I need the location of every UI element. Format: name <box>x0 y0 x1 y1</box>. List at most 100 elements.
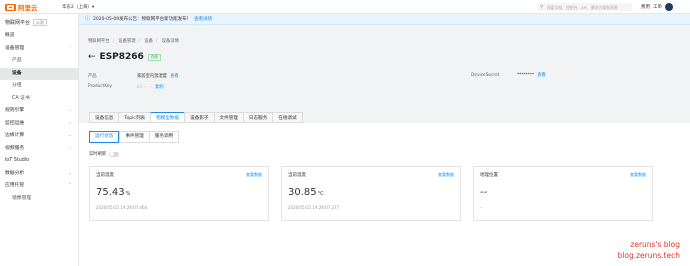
breadcrumb-item[interactable]: 设备管理 <box>118 39 135 44</box>
sidebar-item[interactable]: 数据分析 ⌄ <box>0 168 78 181</box>
property-value: -- <box>480 187 488 198</box>
logo-text: 阿里云 <box>18 4 38 12</box>
region-selector[interactable]: 华东2（上海）▾ <box>62 4 94 10</box>
sidebar-item[interactable]: 应用托管 ⌃ <box>0 180 78 193</box>
chevron-icon: ⌃ <box>68 183 72 188</box>
subtabs: 运行状态 事件管理 服务调用 <box>89 131 180 143</box>
status-badge: 在线 <box>147 53 162 61</box>
property-value-row: 75.43% <box>96 187 130 198</box>
sidebar-item[interactable]: 分组 <box>0 80 78 93</box>
view-data-link[interactable]: 查看数据 <box>246 172 262 178</box>
breadcrumb-item[interactable]: 设备 <box>144 39 153 44</box>
realtime-refresh: 实时刷新 <box>89 151 120 157</box>
breadcrumb-item[interactable]: 物联网平台 <box>88 39 109 44</box>
tab[interactable]: 设备信息 <box>89 112 119 123</box>
aliyun-logo-icon <box>5 3 16 11</box>
property-timestamp: -- <box>480 205 483 210</box>
sidebar-item-label: 镜像管理 <box>12 195 32 201</box>
sidebar-item[interactable]: CA 证书 <box>0 93 78 106</box>
sidebar-item-label: 边缘计算 <box>5 133 25 138</box>
chevron-icon: ⌄ <box>68 145 72 151</box>
search-placeholder: 搜索文档、控制台、API、解决方案和资源 <box>547 4 618 10</box>
sidebar-item[interactable]: 监控运维 ⌄ <box>0 118 78 131</box>
sidebar-item-label: 概览 <box>5 33 15 38</box>
property-timestamp: 2020/05/15 19:28:07.464 <box>96 205 148 210</box>
breadcrumb-item: 设备详情 <box>161 39 179 44</box>
sidebar-item-label: CA 证书 <box>12 95 30 101</box>
main-content: ⓘ 2020-05-09发布公告：物联网平台新功能发布！ 查看详情 物联网平台 / … <box>79 14 690 266</box>
view-data-link[interactable]: 查看数据 <box>630 172 646 178</box>
property-card: 当前温度 查看数据 30.85°C 2020/05/15 19:28:07.277 <box>281 166 461 221</box>
sidebar-item-label: 规则引擎 <box>5 108 25 113</box>
view-data-link[interactable]: 查看数据 <box>438 172 454 178</box>
tab-panel: 运行状态 事件管理 服务调用 实时刷新 当前温度 查看数据 75.43% 2020/05/… <box>79 123 690 266</box>
property-value: 30.85 <box>288 187 317 198</box>
productkey-value: a1··· ··· <box>137 85 152 90</box>
productkey-value-field: a1··· ··· 复制 <box>137 84 164 90</box>
notice-link[interactable]: 查看详情 <box>194 17 212 22</box>
sidebar-item[interactable]: IoT Studio <box>0 155 78 168</box>
sidebar-title-text: 物联网平台 <box>5 20 31 26</box>
realtime-toggle[interactable] <box>109 151 120 157</box>
avatar[interactable] <box>665 3 673 11</box>
subtab[interactable]: 服务调用 <box>148 131 180 143</box>
subtab[interactable]: 运行状态 <box>89 131 120 143</box>
sidebar-item[interactable]: 设备管理 ⌃ <box>0 43 78 56</box>
property-value-row: -- <box>480 187 488 198</box>
sidebar-item[interactable]: 概览 <box>0 30 78 43</box>
tab[interactable]: 文件管理 <box>213 112 243 123</box>
sidebar-title: 物联网平台 公测 <box>0 14 78 30</box>
sidebar-item-label: 数据分析 <box>5 170 25 176</box>
top-bar: 阿里云 华东2（上海）▾ ⚲ 搜索文档、控制台、API、解决方案和资源 费用 工… <box>0 0 690 14</box>
sidebar-item[interactable]: 边缘计算 ⌄ <box>0 130 78 143</box>
subtab[interactable]: 事件管理 <box>119 131 149 143</box>
tab[interactable]: Topic列表 <box>118 112 151 123</box>
devicesecret-value: ******** <box>517 73 535 78</box>
aliyun-logo[interactable]: 阿里云 <box>5 3 38 12</box>
ticket-link[interactable]: 工单 <box>653 4 662 10</box>
property-name: 当前温度 <box>96 173 114 178</box>
chevron-icon: ⌄ <box>68 170 72 176</box>
chevron-icon: ⌄ <box>68 120 72 126</box>
tab[interactable]: 在线调试 <box>272 112 303 123</box>
sidebar-item-label: IoT Studio <box>5 158 30 163</box>
watermark-line-2: blog.zeruns.tech <box>617 251 680 260</box>
sidebar-item-label: 设备 <box>12 70 22 76</box>
search-input[interactable]: ⚲ 搜索文档、控制台、API、解决方案和资源 <box>537 3 632 11</box>
sidebar-item-label: 设备管理 <box>5 45 25 51</box>
secret-view-link[interactable]: 查看 <box>537 73 546 78</box>
chevron-icon: ⌄ <box>68 108 72 113</box>
fees-link[interactable]: 费用 <box>641 4 650 10</box>
product-label: 产品 <box>88 74 97 79</box>
property-card: 当前温度 查看数据 75.43% 2020/05/15 19:28:07.464 <box>89 166 269 221</box>
sidebar-menu: 概览 设备管理 ⌃ 产品 设备 分组 CA 证书 规则引擎 ⌄ 监控运维 ⌄ 边缘计算 ⌄ 视频服务 ⌄ Io… <box>0 30 78 205</box>
sidebar-item[interactable]: 规则引擎 ⌄ <box>0 105 78 118</box>
page-title-row: ← ESP8266 在线 <box>88 52 162 62</box>
devicesecret-field: DeviceSecret <box>471 73 499 78</box>
page-title: ESP8266 <box>99 52 144 62</box>
product-view-link[interactable]: 查看 <box>170 74 179 79</box>
chevron-icon: ⌄ <box>68 133 72 138</box>
copy-link[interactable]: 复制 <box>155 85 164 90</box>
sidebar-item[interactable]: 视频服务 ⌄ <box>0 143 78 156</box>
product-value: 家居室内温湿度 <box>137 74 168 79</box>
sidebar-item[interactable]: 设备 <box>0 67 78 80</box>
info-icon: ⓘ <box>85 16 91 22</box>
sidebar-item[interactable]: 镜像管理 <box>0 193 78 206</box>
sidebar-item-label: 应用托管 <box>5 183 25 188</box>
tab[interactable]: 日志服务 <box>242 112 273 123</box>
property-value: 75.43 <box>96 187 125 198</box>
notice-text: 2020-05-09发布公告：物联网平台新功能发布！ <box>93 17 192 22</box>
sidebar-item-label: 视频服务 <box>5 145 25 151</box>
productkey-field: ProductKey <box>88 84 112 89</box>
tab[interactable]: 设备影子 <box>184 112 214 123</box>
back-arrow-icon[interactable]: ← <box>88 52 96 62</box>
realtime-label: 实时刷新 <box>89 152 107 157</box>
notice-bar: ⓘ 2020-05-09发布公告：物联网平台新功能发布！ 查看详情 <box>79 14 690 25</box>
tab[interactable]: 物模型数据 <box>150 112 185 123</box>
product-value-field: 家居室内温湿度 查看 <box>137 73 179 79</box>
device-tabs: 设备信息 Topic列表 物模型数据 设备影子 文件管理 日志服务 在线调试 <box>89 112 303 123</box>
sidebar-item[interactable]: 产品 <box>0 55 78 68</box>
sidebar-item-label: 监控运维 <box>5 120 25 126</box>
productkey-label: ProductKey <box>88 84 113 89</box>
